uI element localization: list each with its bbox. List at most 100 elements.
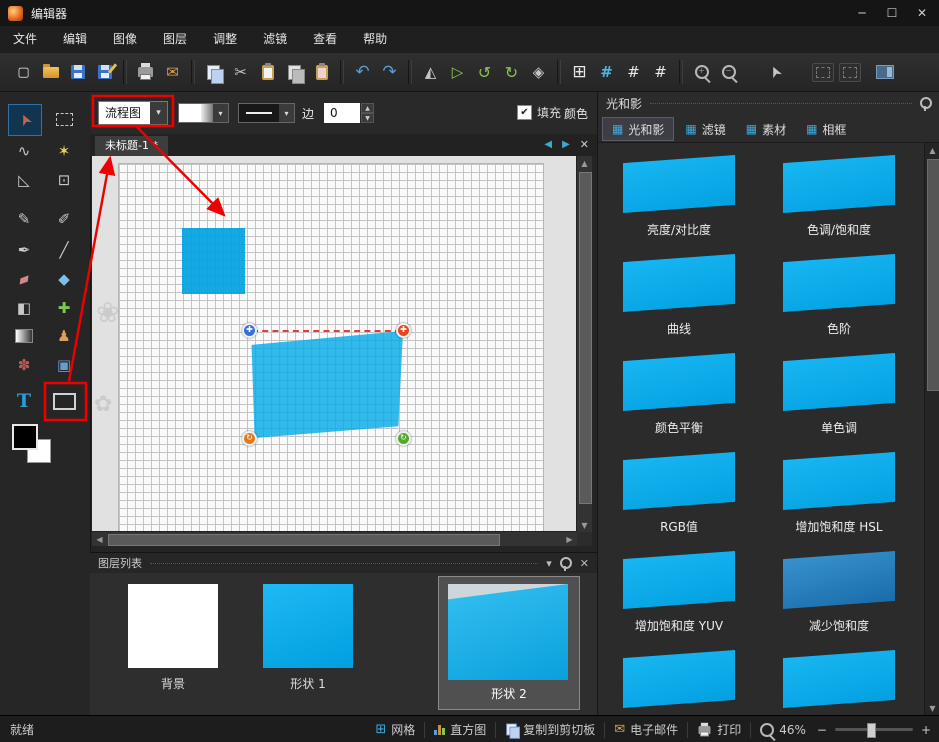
text-tool[interactable]: T [8,386,40,416]
menu-item-file[interactable]: 文件 [0,26,50,53]
rotate-left-icon[interactable]: ↺ [471,58,498,86]
scroll-down-icon[interactable]: ▼ [577,518,592,532]
fill-style-dropdown[interactable] [178,103,229,123]
document-tab[interactable]: 未标题-1 * [95,136,168,156]
preset-tile[interactable]: 单色调 [760,353,918,436]
step-up-icon[interactable]: ▲ [361,103,374,113]
menu-item-image[interactable]: 图像 [100,26,150,53]
preset-thumbnail[interactable] [783,254,895,312]
clone-stamp-tool[interactable]: ♟ [48,321,80,351]
preset-thumbnail[interactable] [783,650,895,708]
eyedropper-tool[interactable]: ╱ [48,235,80,265]
crop-tool[interactable]: ⊡ [48,165,80,195]
paste-icon[interactable] [254,58,281,86]
redo-icon[interactable]: ↷ [376,58,403,86]
vertical-scrollbar[interactable]: ▲ ▼ [576,156,592,532]
preset-tile[interactable]: 曲线 [600,254,758,337]
zoom-in-icon[interactable]: + [688,58,715,86]
save-icon[interactable] [64,58,91,86]
panels-icon[interactable] [871,58,898,86]
rotate-right-icon[interactable]: ↻ [498,58,525,86]
prev-document-icon[interactable] [544,139,552,150]
selection-handle-bl[interactable] [242,431,257,446]
zoom-out-button[interactable]: − [815,723,829,737]
layer-selected[interactable]: 形状 2 [438,576,580,710]
perspective-icon[interactable]: ◈ [525,58,552,86]
gradient-tool[interactable] [8,321,40,351]
vertical-scroll-thumb[interactable] [579,172,592,504]
zoom-slider[interactable] [835,728,913,731]
preset-thumbnail[interactable] [623,650,735,708]
preset-thumbnail[interactable] [623,353,735,411]
layer-label[interactable]: 形状 2 [459,685,559,702]
layer-label[interactable]: 背景 [123,675,223,692]
menu-item-edit[interactable]: 编辑 [50,26,100,53]
tab-filter[interactable]: 滤镜 [676,117,734,141]
print-icon[interactable] [132,58,159,86]
zoom-slider-thumb[interactable] [867,723,876,738]
select-tool[interactable]: ➤ [8,104,42,136]
fill-checkbox[interactable]: 填充 [517,104,561,121]
preset-thumbnail[interactable] [623,452,735,510]
panel-scrollbar[interactable]: ▲ ▼ [924,143,939,715]
grid-small-icon[interactable]: # [593,58,620,86]
table-icon[interactable]: ⊞ [566,58,593,86]
status-print[interactable]: 打印 [688,721,750,738]
preset-tile[interactable]: RGB值 [600,452,758,535]
selection-mode-icon[interactable] [809,58,836,86]
edge-width-stepper[interactable]: ▲▼ [361,103,374,123]
canvas-viewport[interactable]: ❀ ✿ ❀ ▲ ▼ ◀ ▶ [92,156,592,546]
minimize-button[interactable]: ─ [847,0,877,26]
preset-tile[interactable]: 颜色平衡 [600,353,758,436]
ink-pen-tool[interactable]: ✒ [8,235,40,265]
scroll-down-icon[interactable]: ▼ [925,701,939,715]
fill-tool[interactable]: ◧ [8,293,40,323]
shape-2-selection[interactable] [250,331,403,438]
grid-large-icon[interactable]: # [647,58,674,86]
marquee-tool[interactable] [48,104,80,134]
selection-handle-tl[interactable] [242,323,257,338]
chevron-down-icon[interactable] [213,104,228,122]
menu-item-filter[interactable]: 滤镜 [250,26,300,53]
cut-icon[interactable]: ✂ [227,58,254,86]
shape-tool[interactable] [48,386,80,416]
preset-thumbnail[interactable] [623,254,735,312]
grid-medium-icon[interactable]: # [620,58,647,86]
close-button[interactable]: ✕ [907,0,937,26]
layer-thumbnail-shape1[interactable] [263,584,353,668]
layer-thumbnail-background[interactable] [128,584,218,668]
preset-thumbnail[interactable] [783,155,895,213]
clipboard-icon[interactable] [308,58,335,86]
layer-label[interactable]: 形状 1 [258,675,358,692]
undo-icon[interactable]: ↶ [349,58,376,86]
next-document-icon[interactable] [562,139,570,150]
preset-thumbnail[interactable] [623,155,735,213]
image-edit-tool[interactable]: ▣ [48,350,80,380]
close-document-icon[interactable] [580,138,589,151]
move-icon[interactable]: ➤ [762,58,789,86]
paste-doc-icon[interactable] [281,58,308,86]
brush-tool[interactable]: ✽ [8,350,40,380]
email-icon[interactable]: ✉ [159,58,186,86]
preset-tile[interactable]: 色调/饱和度 [760,155,918,238]
panel-scroll-thumb[interactable] [927,159,939,391]
zoom-in-button[interactable]: + [919,723,937,737]
new-icon[interactable]: ▢ [10,58,37,86]
foreground-color-swatch[interactable] [12,424,38,450]
color-picker-tool[interactable]: ✚ [48,293,80,323]
scroll-up-icon[interactable]: ▲ [925,143,939,157]
collapse-icon[interactable] [546,557,552,570]
preset-tile[interactable]: 增加饱和度 YUV [600,551,758,634]
menu-item-view[interactable]: 查看 [300,26,350,53]
preset-tile[interactable]: 亮度/对比度 [600,155,758,238]
line-style-dropdown[interactable] [238,103,295,123]
pencil-tool[interactable]: ✎ [8,204,40,234]
selection-handle-br[interactable] [396,431,411,446]
shape-2-quad[interactable] [250,331,403,438]
scroll-left-icon[interactable]: ◀ [92,532,107,546]
checkbox-checked-icon[interactable] [517,105,532,120]
zoom-out-icon[interactable]: − [715,58,742,86]
status-email[interactable]: 电子邮件 [605,721,687,738]
preset-tile[interactable]: 增加饱和度 HSL [760,452,918,535]
close-panel-icon[interactable] [580,557,589,570]
